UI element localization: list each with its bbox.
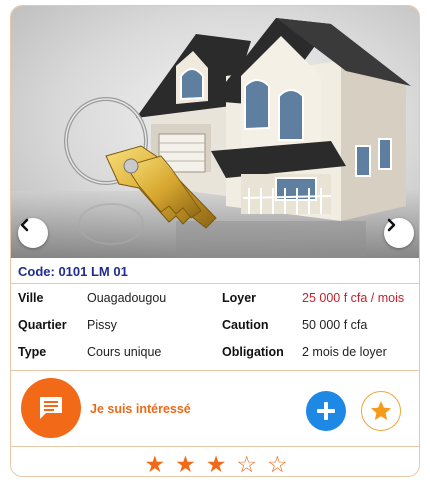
divider [11, 283, 419, 284]
listing-card: Code: 0101 LM 01 Ville Ouagadougou Quart… [10, 5, 420, 477]
obligation-value: 2 mois de loyer [302, 345, 387, 359]
rating-star[interactable]: ★ [175, 452, 196, 476]
ville-value: Ouagadougou [87, 291, 167, 305]
add-button[interactable] [306, 391, 346, 431]
chat-icon [40, 397, 62, 419]
listing-code: Code: 0101 LM 01 [18, 264, 128, 279]
rating-star[interactable]: ☆ [236, 452, 257, 476]
quartier-value: Pissy [87, 318, 117, 332]
rating-star[interactable]: ☆ [267, 452, 288, 476]
quartier-label: Quartier [18, 318, 67, 332]
loyer-value: 25 000 f cfa / mois [302, 291, 405, 305]
obligation-label: Obligation [222, 345, 284, 359]
divider [11, 370, 419, 371]
interest-link[interactable]: Je suis intéressé [90, 402, 191, 416]
type-value: Cours unique [87, 345, 162, 359]
property-photo [11, 6, 419, 258]
divider [11, 446, 419, 447]
chat-button[interactable] [21, 378, 81, 438]
plus-icon [317, 402, 335, 420]
type-label: Type [18, 345, 47, 359]
caution-label: Caution [222, 318, 269, 332]
ville-label: Ville [18, 291, 44, 305]
chevron-right-icon [387, 218, 396, 232]
next-photo-button[interactable] [384, 218, 414, 248]
chevron-left-icon [20, 218, 29, 232]
rating-star[interactable]: ★ [144, 452, 165, 476]
rating-stars: ★ ★ ★ ☆ ☆ [11, 452, 419, 476]
loyer-label: Loyer [222, 291, 257, 305]
caution-value: 50 000 f cfa [302, 318, 368, 332]
rating-star[interactable]: ★ [206, 452, 227, 476]
favorite-button[interactable] [361, 391, 401, 431]
star-icon [371, 401, 391, 420]
previous-photo-button[interactable] [18, 218, 48, 248]
